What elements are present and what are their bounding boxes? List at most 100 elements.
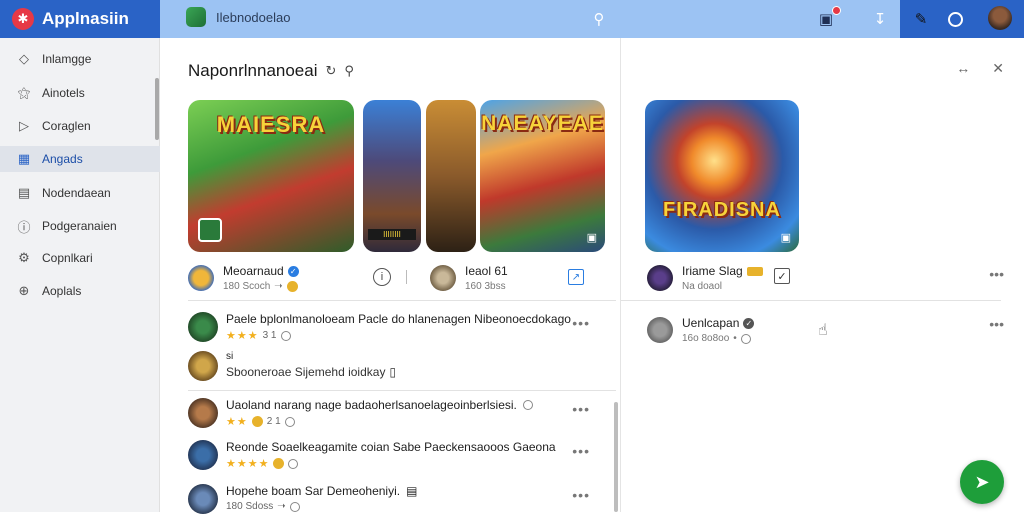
sidebar-item-nodendaean[interactable]: ▤ Nodendaean [0,180,160,206]
comment-text: Hopehe boam Sar Demeoheniyi. [226,484,401,498]
author-name: Iriame Slag [682,264,743,278]
author-meta: 16o 8o8oo [682,333,730,344]
sidebar-item-ainotels[interactable]: ⚝ Ainotels [0,80,160,106]
thumbnail-title: FIRADISNA [663,199,781,221]
author-row[interactable]: Uenlcapan ✓ 16o 8o8oo • [647,314,755,346]
resize-icon[interactable]: ↔ [956,60,970,77]
sidebar-item-angads[interactable]: ▦ Angads [0,146,160,172]
dot-icon: • [733,333,737,344]
current-app[interactable]: Ilebnodoelao [186,7,290,27]
download-icon[interactable]: ↧ [869,8,891,30]
sidebar-item-copnlkari[interactable]: ⚙ Copnlkari [0,245,160,271]
account-area: ✎ [900,0,1024,38]
brand[interactable]: ✱ Applnasiin [0,0,160,38]
clock-icon [288,458,299,469]
user-avatar[interactable] [988,6,1012,30]
sidebar-item-podgeranaien[interactable]: ⓘ Podgeranaien [0,213,160,239]
comment-meta: 2 1 [266,416,281,427]
list-item[interactable]: si Sbooneroae Sijemehd ioidkay ▯ [188,349,608,385]
more-options-icon[interactable]: ••• [572,443,590,459]
thumbnail-title: NAEAYEAE [481,112,604,135]
comment-text: Paele bplonlmanoloeam Pacle do hlanenage… [226,312,571,326]
list-item[interactable]: Paele bplonlmanoloeam Pacle do hlanenage… [188,310,608,346]
sidebar-item-inlamgge[interactable]: ◇ Inlamgge [0,46,160,72]
share-icon: ➤ [974,471,990,492]
sidebar-item-label: Coraglen [42,119,91,133]
more-options-icon[interactable]: ••• [572,487,590,503]
author-row[interactable]: Ieaol 61 160 3bss [430,262,508,294]
info-icon: ⓘ [17,219,31,235]
search-icon[interactable]: ⚲ [344,63,354,79]
more-options-icon[interactable]: ••• [572,401,590,417]
divider [188,300,616,301]
cart-icon[interactable]: ▣ [815,6,841,30]
game-thumbnail[interactable] [426,100,476,252]
sidebar-item-label: Inlamgge [42,52,92,66]
expand-icon[interactable]: ▣ [781,231,791,244]
game-badge-icon [198,218,222,242]
game-thumbnail[interactable]: MAIESRA [188,100,354,252]
grid-icon: ▦ [17,151,31,166]
sidebar-scrollbar[interactable] [155,78,159,140]
sidebar-item-label: Angads [42,152,83,166]
compose-fab-button[interactable]: ➤ [960,460,1004,504]
comment-avatar [188,351,218,381]
gear-icon: ⚙ [18,250,30,265]
author-row[interactable]: Meoarnaud ✓ 180 Scoch ➝ [188,262,299,294]
more-options-icon[interactable]: ••• [989,266,1004,282]
game-thumbnail[interactable]: FIRADISNA ▣ [645,100,799,252]
more-options-icon[interactable]: ••• [989,316,1004,332]
comment-meta: 180 Sdoss [226,501,274,512]
checkbox-icon[interactable]: ✓ [774,268,790,284]
main-panel: Naponrlnnanoeai ↻ ⚲ MAIESRA IIIIIIII NAE… [160,38,616,514]
sidebar-item-coraglen[interactable]: ▷ Coraglen [0,113,160,139]
sidebar-item-label: Copnlkari [42,251,93,265]
sidebar-item-label: Podgeranaien [42,219,117,233]
tag-icon: ◇ [19,51,29,66]
info-icon[interactable]: i [373,268,391,286]
author-avatar [647,317,673,343]
list-item[interactable]: Uaoland narang nage badaoherlsanoelageoi… [188,396,608,432]
main-scrollbar[interactable] [614,402,618,512]
tag-icon: ▷ [19,118,29,133]
app-logo-icon: ✱ [12,8,34,30]
bell-icon[interactable]: ▯ [389,365,396,379]
author-avatar [430,265,456,291]
rating-stars: ★★★★ [226,458,270,470]
list-item[interactable]: Hopehe boam Sar Demeoheniyi. ▤ 180 Sdoss ➝… [188,482,608,518]
divider [188,390,616,391]
edit-icon[interactable]: ✎ [910,8,932,30]
search-icon[interactable]: ⚲ [588,8,610,30]
comment-text: si [226,351,234,362]
plus-icon: ⊕ [18,283,30,298]
like-icon[interactable]: ☝ [818,320,828,340]
comment-avatar [188,312,218,342]
author-meta: Na doaol [682,281,723,292]
share-icon[interactable]: ↗ [568,269,584,285]
sidebar-item-aoplals[interactable]: ⊕ Aoplals [0,278,160,304]
author-row[interactable]: Iriame Slag Na doaol [647,262,763,294]
author-name: Meoarnaud [223,264,284,278]
sidebar-item-label: Ainotels [42,86,85,100]
game-thumbnail[interactable]: NAEAYEAE ▣ [480,100,605,252]
comment-avatar [188,398,218,428]
expand-icon[interactable]: ▣ [587,231,597,244]
more-options-icon[interactable]: ••• [572,315,590,331]
close-icon[interactable]: ✕ [992,60,1004,77]
refresh-icon[interactable]: ↻ [326,63,337,79]
divider [406,270,407,284]
card-icon: ▤ [17,185,31,200]
rating-stars: ★★ [226,416,248,428]
author-avatar [647,265,673,291]
arrow-icon: ➝ [277,501,286,512]
verified-icon: ✓ [287,265,299,277]
top-bar: ✱ Applnasiin Ilebnodoelao ⚲ ▣ ↧ ✎ [0,0,1024,38]
comment-meta: 3 1 [262,330,277,341]
coin-icon [251,416,263,427]
status-ring-icon[interactable] [944,8,966,30]
author-meta: 180 Scoch [223,281,271,292]
list-item[interactable]: Reonde Soaelkeagamite coian Sabe Paecken… [188,438,608,474]
game-thumbnail[interactable]: IIIIIIII [363,100,421,252]
notification-badge [832,6,841,15]
author-avatar [188,265,214,291]
